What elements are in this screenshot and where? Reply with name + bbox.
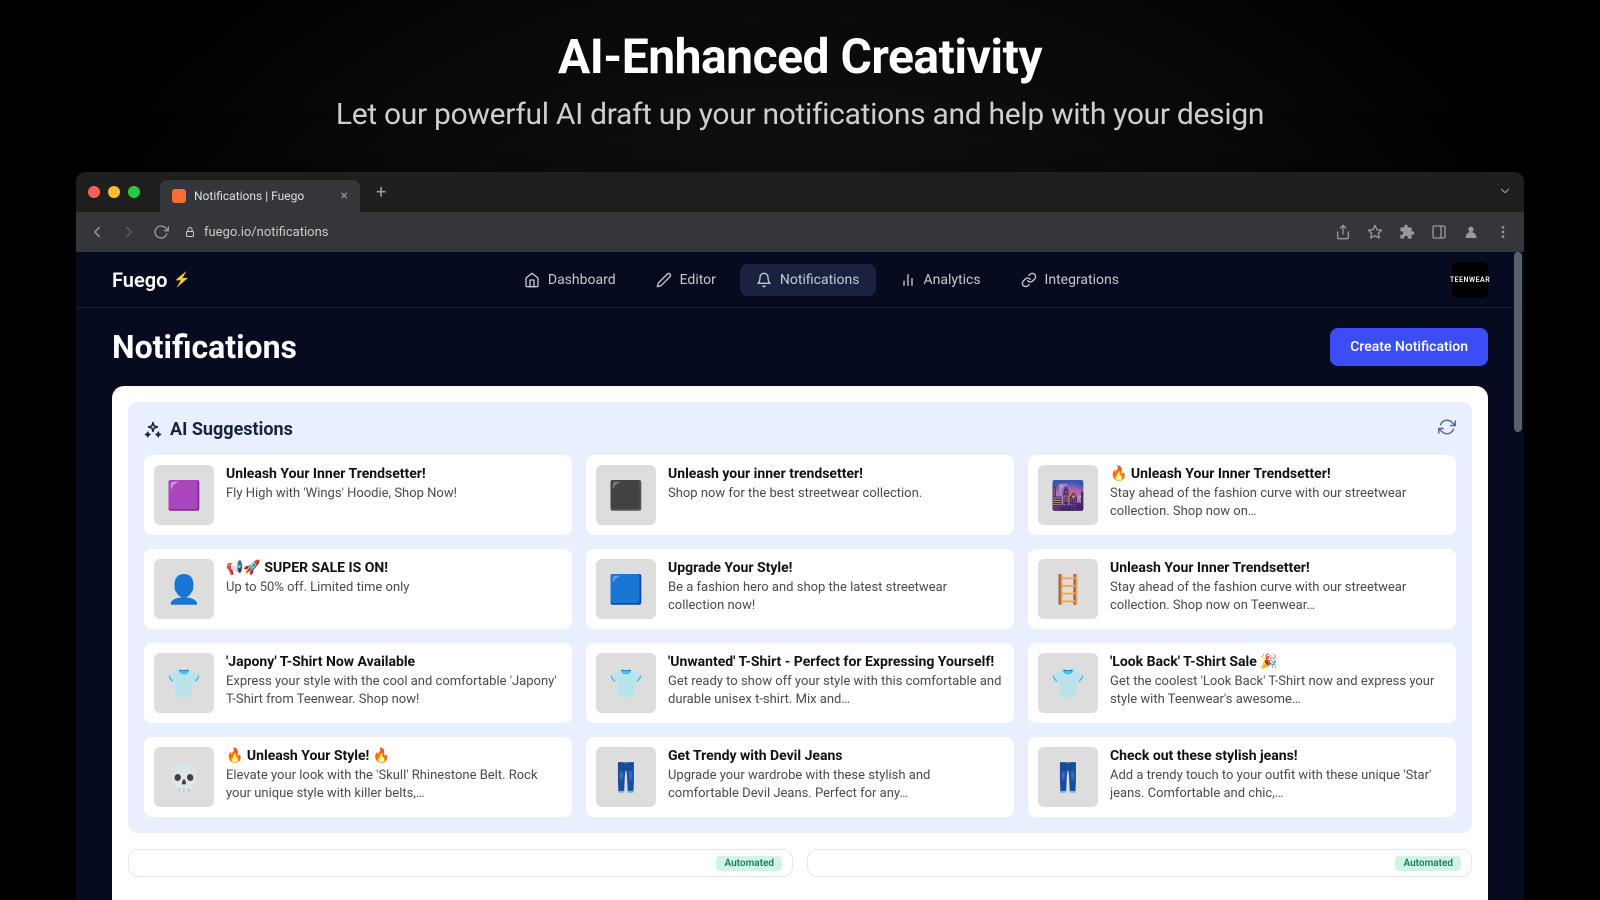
browser-tabbar: Notifications | Fuego × + [76, 172, 1524, 212]
close-window-icon[interactable] [88, 186, 100, 198]
tab-favicon-icon [172, 189, 186, 203]
url-text: fuego.io/notifications [204, 225, 328, 240]
card-body: Stay ahead of the fashion curve with our… [1110, 485, 1446, 520]
main-panel: AI Suggestions 🟪 Unleash Your Inner Trend… [112, 386, 1488, 900]
scrollbar-thumb[interactable] [1514, 252, 1522, 432]
card-body: Get ready to show off your style with th… [668, 673, 1004, 708]
nav-notifications[interactable]: Notifications [740, 264, 876, 296]
card-thumbnail: 💀 [154, 747, 214, 807]
card-thumbnail: ⬛ [596, 465, 656, 525]
card-title: Check out these stylish jeans! [1110, 747, 1446, 765]
notification-list-item[interactable]: Automated [128, 849, 793, 877]
bookmark-icon[interactable] [1366, 223, 1384, 241]
card-thumbnail: 👤 [154, 559, 214, 619]
hero-title: AI-Enhanced Creativity [0, 28, 1600, 85]
nav-dashboard[interactable]: Dashboard [508, 264, 632, 296]
card-thumbnail: 🟪 [154, 465, 214, 525]
sparkle-icon [144, 421, 162, 439]
card-title: 📢🚀 SUPER SALE IS ON! [226, 559, 562, 577]
card-body: Up to 50% off. Limited time only [226, 579, 562, 597]
app-viewport: Fuego⚡ DashboardEditorNotificationsAnaly… [76, 252, 1524, 900]
card-body: Add a trendy touch to your outfit with t… [1110, 767, 1446, 802]
card-thumbnail: 🟦 [596, 559, 656, 619]
menu-icon[interactable] [1494, 223, 1512, 241]
lock-icon [184, 226, 196, 238]
url-field[interactable]: fuego.io/notifications [184, 225, 1320, 240]
hero-subtitle: Let our powerful AI draft up your notifi… [0, 97, 1600, 132]
ai-suggestions-section: AI Suggestions 🟪 Unleash Your Inner Trend… [128, 402, 1472, 833]
automated-badge: Automated [716, 856, 782, 871]
card-body: Express your style with the cool and com… [226, 673, 562, 708]
card-thumbnail: 👖 [596, 747, 656, 807]
suggestion-card[interactable]: 👕 'Look Back' T-Shirt Sale 🎉 Get the coole… [1028, 643, 1456, 723]
suggestion-card[interactable]: 👖 Check out these stylish jeans! Add a tre… [1028, 737, 1456, 817]
card-thumbnail: 👖 [1038, 747, 1098, 807]
app-topnav: Fuego⚡ DashboardEditorNotificationsAnaly… [76, 252, 1524, 308]
nav-analytics[interactable]: Analytics [884, 264, 997, 296]
suggestion-card[interactable]: 💀 🔥 Unleash Your Style! 🔥 Elevate your loo… [144, 737, 572, 817]
card-thumbnail: 👕 [596, 653, 656, 713]
suggestion-card[interactable]: 👕 'Japony' T-Shirt Now Available Express y… [144, 643, 572, 723]
browser-window: Notifications | Fuego × + fuego.io/notif… [76, 172, 1524, 900]
profile-icon[interactable] [1462, 223, 1480, 241]
automated-badge: Automated [1395, 856, 1461, 871]
suggestion-card[interactable]: 🟪 Unleash Your Inner Trendsetter! Fly High… [144, 455, 572, 535]
refresh-suggestions-button[interactable] [1438, 418, 1456, 441]
card-title: Unleash your inner trendsetter! [668, 465, 1004, 483]
card-title: Unleash Your Inner Trendsetter! [1110, 559, 1446, 577]
card-title: Get Trendy with Devil Jeans [668, 747, 1004, 765]
card-title: 'Unwanted' T-Shirt - Perfect for Express… [668, 653, 1004, 671]
card-thumbnail: 👕 [1038, 653, 1098, 713]
suggestion-card[interactable]: 🟦 Upgrade Your Style! Be a fashion hero an… [586, 549, 1014, 629]
new-tab-button[interactable]: + [376, 182, 386, 203]
tab-close-icon[interactable]: × [341, 188, 348, 204]
card-body: Elevate your look with the 'Skull' Rhine… [226, 767, 562, 802]
back-button[interactable] [88, 223, 106, 241]
card-title: 🔥 Unleash Your Inner Trendsetter! [1110, 465, 1446, 483]
minimize-window-icon[interactable] [108, 186, 120, 198]
forward-button[interactable] [120, 223, 138, 241]
create-notification-button[interactable]: Create Notification [1330, 328, 1488, 366]
card-body: Upgrade your wardrobe with these stylish… [668, 767, 1004, 802]
suggestion-card[interactable]: 🌆 🔥 Unleash Your Inner Trendsetter! Stay a… [1028, 455, 1456, 535]
tabs-dropdown-icon[interactable] [1498, 183, 1512, 202]
window-controls [88, 186, 140, 198]
card-body: Get the coolest 'Look Back' T-Shirt now … [1110, 673, 1446, 708]
browser-address-bar: fuego.io/notifications [76, 212, 1524, 252]
suggestion-card[interactable]: 👤 📢🚀 SUPER SALE IS ON! Up to 50% off. Limi… [144, 549, 572, 629]
reload-button[interactable] [152, 223, 170, 241]
card-thumbnail: 👕 [154, 653, 214, 713]
card-body: Stay ahead of the fashion curve with our… [1110, 579, 1446, 614]
card-thumbnail: 🪜 [1038, 559, 1098, 619]
card-body: Be a fashion hero and shop the latest st… [668, 579, 1004, 614]
nav-editor[interactable]: Editor [640, 264, 732, 296]
app-logo[interactable]: Fuego⚡ [112, 268, 191, 292]
suggestion-card[interactable]: ⬛ Unleash your inner trendsetter! Shop now… [586, 455, 1014, 535]
page-title: Notifications [112, 328, 297, 366]
profile-avatar[interactable]: TEENWEAR [1452, 262, 1488, 298]
ai-suggestions-title: AI Suggestions [170, 419, 293, 440]
card-title: Unleash Your Inner Trendsetter! [226, 465, 562, 483]
card-thumbnail: 🌆 [1038, 465, 1098, 525]
flame-icon: ⚡ [173, 272, 190, 288]
notification-list-item[interactable]: Automated [807, 849, 1472, 877]
card-title: 🔥 Unleash Your Style! 🔥 [226, 747, 562, 765]
sidepanel-icon[interactable] [1430, 223, 1448, 241]
suggestion-card[interactable]: 🪜 Unleash Your Inner Trendsetter! Stay ahe… [1028, 549, 1456, 629]
share-icon[interactable] [1334, 223, 1352, 241]
browser-tab[interactable]: Notifications | Fuego × [160, 180, 360, 212]
card-title: 'Look Back' T-Shirt Sale 🎉 [1110, 653, 1446, 671]
nav-integrations[interactable]: Integrations [1005, 264, 1135, 296]
card-body: Shop now for the best streetwear collect… [668, 485, 1004, 503]
extensions-icon[interactable] [1398, 223, 1416, 241]
card-title: 'Japony' T-Shirt Now Available [226, 653, 562, 671]
tab-title: Notifications | Fuego [194, 189, 304, 203]
maximize-window-icon[interactable] [128, 186, 140, 198]
suggestion-card[interactable]: 👕 'Unwanted' T-Shirt - Perfect for Expres… [586, 643, 1014, 723]
card-title: Upgrade Your Style! [668, 559, 1004, 577]
suggestion-card[interactable]: 👖 Get Trendy with Devil Jeans Upgrade your… [586, 737, 1014, 817]
card-body: Fly High with 'Wings' Hoodie, Shop Now! [226, 485, 562, 503]
